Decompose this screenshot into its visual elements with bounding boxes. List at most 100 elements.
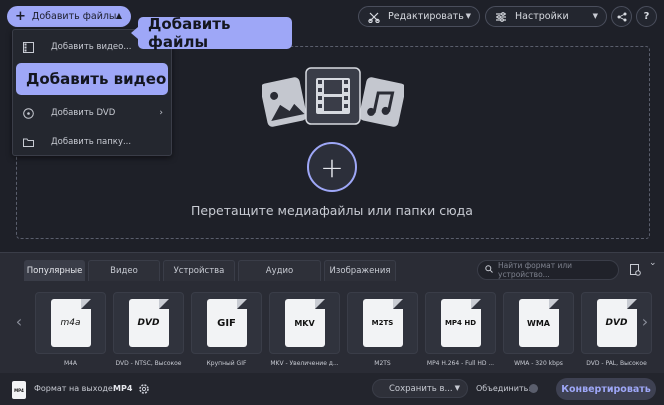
- format-badge: DVD: [605, 318, 628, 328]
- tab-label: Изображения: [329, 266, 391, 276]
- plus-icon: +: [15, 9, 26, 24]
- convert-button[interactable]: Конвертировать: [556, 378, 656, 400]
- media-types-illustration: [262, 67, 404, 127]
- app-window: + Добавить файлы ▲ Редактировать ▼ Настр…: [0, 0, 664, 405]
- document-settings-icon: [629, 264, 641, 276]
- format-tile: DVD: [113, 292, 184, 354]
- share-button[interactable]: [611, 6, 632, 27]
- disc-icon: [22, 107, 34, 119]
- chevron-down-icon: ▼: [465, 12, 471, 20]
- callout-text: Добавить файлы: [148, 15, 231, 51]
- mp4-format-icon: MP4: [12, 381, 26, 399]
- format-caption: DVD - NTSC, Высокое: [115, 360, 182, 367]
- film-icon: [22, 41, 34, 53]
- add-files-callout: Добавить файлы: [131, 15, 292, 51]
- format-badge: GIF: [217, 317, 236, 329]
- format-card[interactable]: DVD DVD - NTSC, Высокое: [113, 282, 184, 371]
- sliders-icon: [494, 10, 508, 24]
- format-tile: M2TS: [347, 292, 418, 354]
- help-icon: ?: [643, 11, 650, 22]
- format-badge: DVD: [137, 318, 160, 328]
- convert-label: Конвертировать: [561, 383, 651, 395]
- format-options-button[interactable]: [626, 261, 644, 279]
- format-settings-button[interactable]: [136, 381, 152, 397]
- format-badge: MKV: [294, 318, 315, 328]
- format-card[interactable]: WMA WMA - 320 kbps: [503, 282, 574, 371]
- gear-icon: [139, 384, 149, 394]
- menu-item-label: Добавить папку...: [51, 137, 132, 147]
- folder-plus-icon: [22, 136, 34, 148]
- format-badge: WMA: [527, 318, 550, 328]
- output-format-value: MP4: [113, 384, 133, 393]
- format-badge: m4a: [60, 318, 81, 328]
- format-card[interactable]: GIF Крупный GIF: [191, 282, 262, 371]
- gif-icon: GIF: [206, 299, 247, 347]
- format-card[interactable]: M2TS M2TS: [347, 282, 418, 371]
- settings-dropdown[interactable]: Настройки ▼: [485, 6, 607, 27]
- format-tile: WMA: [503, 292, 574, 354]
- edit-label: Редактировать: [388, 11, 464, 22]
- format-tile: m4a: [35, 292, 106, 354]
- chevron-up-icon[interactable]: ▲: [116, 11, 122, 20]
- format-caption: WMA - 320 kbps: [514, 360, 563, 367]
- settings-label: Настройки: [515, 11, 569, 22]
- share-icon: [617, 12, 626, 21]
- m4a-icon: m4a: [50, 299, 91, 347]
- format-card[interactable]: MKV MKV - Увеличение д...: [269, 282, 340, 371]
- format-icon-text: MP4: [14, 387, 24, 393]
- save-location-dropdown[interactable]: Сохранить в... ▼: [372, 379, 468, 398]
- format-caption: MP4 H.264 - Full HD ...: [426, 360, 495, 367]
- merge-label: Объединить:: [476, 384, 532, 393]
- chevron-down-icon: ▼: [592, 12, 598, 20]
- chevron-right-icon: ›: [159, 108, 163, 118]
- format-card[interactable]: m4a M4A: [35, 282, 106, 371]
- format-panel: Популярные Видео Устройства Аудио Изобра…: [0, 252, 664, 405]
- windows-icon: WMA: [518, 299, 559, 347]
- format-caption: M2TS: [374, 360, 391, 367]
- format-tile: GIF: [191, 292, 262, 354]
- tab-popular[interactable]: Популярные: [24, 260, 85, 281]
- search-icon: [485, 265, 493, 275]
- add-video-callout: Добавить видео: [16, 63, 168, 95]
- search-placeholder: Найти формат или устройство...: [498, 261, 573, 279]
- bluray-icon: M2TS: [362, 299, 403, 347]
- tab-label: Популярные: [26, 266, 83, 276]
- save-label: Сохранить в...: [389, 383, 453, 394]
- dvd-pal-icon: DVD: [596, 299, 637, 347]
- tab-images[interactable]: Изображения: [324, 260, 396, 281]
- merge-toggle[interactable]: [529, 384, 538, 393]
- format-tabs: Популярные Видео Устройства Аудио Изобра…: [24, 260, 399, 281]
- chevron-right-icon[interactable]: ›: [638, 312, 652, 331]
- menu-item-label: Добавить видео...: [51, 42, 132, 52]
- format-caption: DVD - PAL, Высокое: [586, 360, 647, 367]
- format-tile: MKV: [269, 292, 340, 354]
- collapse-panel-icon[interactable]: ⌄: [649, 258, 657, 268]
- help-button[interactable]: ?: [636, 6, 657, 27]
- mp4-hd-icon: MP4 HD: [440, 299, 481, 347]
- format-badge: M2TS: [371, 319, 394, 327]
- mkv-icon: MKV: [284, 299, 325, 347]
- chevron-down-icon: ▼: [454, 384, 460, 392]
- menu-item-label: Добавить DVD: [51, 108, 116, 118]
- dvd-ntsc-icon: DVD: [128, 299, 169, 347]
- format-card[interactable]: MP4 HD MP4 H.264 - Full HD ...: [425, 282, 496, 371]
- edit-dropdown[interactable]: Редактировать ▼: [358, 6, 480, 27]
- scissors-icon: [367, 10, 381, 24]
- chevron-left-icon[interactable]: ‹: [12, 312, 26, 331]
- add-files-label: Добавить файлы: [31, 11, 117, 22]
- output-format-label: Формат на выходе:: [34, 384, 116, 393]
- tab-audio[interactable]: Аудио: [238, 260, 321, 281]
- add-media-plus-button[interactable]: +: [307, 142, 357, 192]
- tab-label: Устройства: [173, 266, 225, 276]
- format-carousel: ‹ m4a M4A DVD DVD - NTSC, Высокое GIF Кр…: [10, 282, 654, 371]
- tab-label: Аудио: [265, 266, 294, 276]
- menu-item-add-dvd[interactable]: Добавить DVD ›: [13, 102, 171, 124]
- tab-label: Видео: [110, 266, 138, 276]
- menu-item-add-folder[interactable]: Добавить папку...: [13, 131, 171, 153]
- format-caption: MKV - Увеличение д...: [270, 360, 339, 367]
- tab-video[interactable]: Видео: [88, 260, 160, 281]
- add-files-button[interactable]: + Добавить файлы ▲: [7, 6, 131, 27]
- format-caption: M4A: [63, 360, 78, 367]
- tab-devices[interactable]: Устройства: [163, 260, 235, 281]
- format-search-input[interactable]: Найти формат или устройство...: [477, 260, 619, 280]
